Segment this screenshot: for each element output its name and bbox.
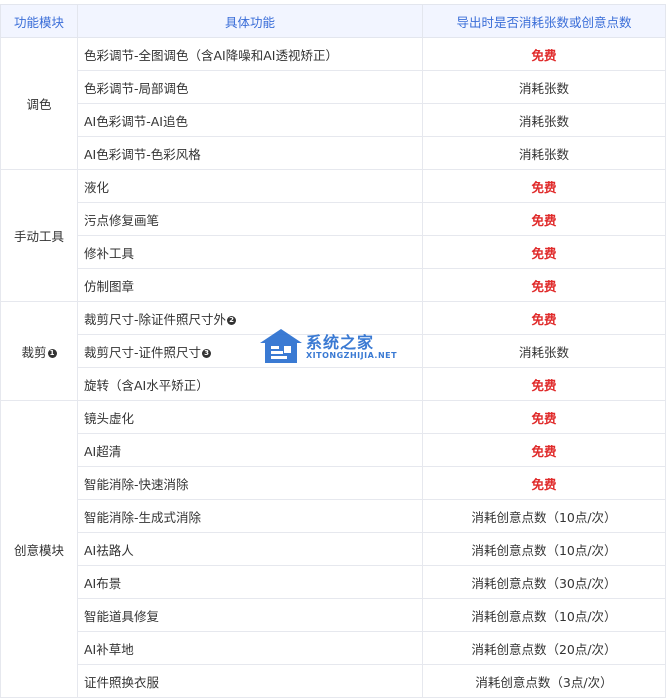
table-row: AI色彩调节-色彩风格 消耗张数	[1, 136, 666, 170]
feature-name: 污点修复画笔	[84, 212, 160, 228]
cost-free: 免费	[422, 37, 666, 71]
feature-cell: 污点修复画笔	[77, 202, 423, 236]
header-module: 功能模块	[0, 4, 78, 38]
feature-cell: 仿制图章	[77, 268, 423, 302]
feature-cell: AI祛路人	[77, 532, 423, 566]
table-row: AI补草地 消耗创意点数（20点/次）	[1, 631, 666, 665]
table-row: AI超清 免费	[1, 433, 666, 467]
table-row: 手动工具 液化 免费	[0, 169, 666, 302]
module-name: 创意模块	[13, 542, 64, 558]
feature-name: AI补草地	[84, 641, 134, 657]
table-header-row: 功能模块 具体功能 导出时是否消耗张数或创意点数	[0, 4, 666, 38]
feature-cell: 镜头虚化	[77, 400, 423, 434]
feature-cell: 修补工具	[77, 235, 423, 269]
feature-name: 色彩调节-局部调色	[84, 80, 189, 96]
cost-consume: 消耗张数	[422, 103, 666, 137]
cost-free: 免费	[422, 268, 666, 302]
feature-cell: 智能消除-生成式消除	[77, 499, 423, 533]
feature-cell: 旋转（含AI水平矫正）	[77, 367, 423, 401]
cost-consume: 消耗张数	[422, 334, 666, 368]
module-cell: 手动工具	[0, 169, 78, 302]
module-cell: 裁剪 1	[0, 301, 78, 401]
cost-free: 免费	[422, 433, 666, 467]
cost-consume: 消耗创意点数（10点/次）	[422, 532, 666, 566]
cost-consume: 消耗张数	[422, 136, 666, 170]
feature-cell: 证件照换衣服	[77, 664, 423, 698]
table-row: 仿制图章 免费	[1, 268, 666, 302]
feature-name: 液化	[84, 179, 110, 195]
cost-free: 免费	[422, 235, 666, 269]
feature-cell: 智能消除-快速消除	[77, 466, 423, 500]
feature-name: AI色彩调节-色彩风格	[84, 146, 201, 162]
table-row: 色彩调节-局部调色 消耗张数	[1, 70, 666, 104]
feature-name: 旋转（含AI水平矫正）	[84, 377, 209, 393]
feature-name: 镜头虚化	[84, 410, 135, 426]
table-row: 智能消除-生成式消除 消耗创意点数（10点/次）	[1, 499, 666, 533]
table-row: 调色 色彩调节-全图调色（含AI降噪和AI透视矫正） 免费	[0, 37, 666, 170]
feature-cell: AI补草地	[77, 631, 423, 665]
house-logo-icon	[260, 329, 302, 363]
table-row: 智能道具修复 消耗创意点数（10点/次）	[1, 598, 666, 632]
feature-cell: AI色彩调节-AI追色	[77, 103, 423, 137]
table-row: 智能消除-快速消除 免费	[1, 466, 666, 500]
cost-free: 免费	[422, 367, 666, 401]
feature-cell: 液化	[77, 169, 423, 203]
table-row: 修补工具 免费	[1, 235, 666, 269]
feature-cell: 智能道具修复	[77, 598, 423, 632]
module-name: 手动工具	[13, 229, 64, 244]
feature-name: AI布景	[84, 575, 122, 591]
feature-name: 智能消除-快速消除	[84, 476, 189, 492]
feature-name: AI超清	[84, 443, 122, 459]
feature-name: 证件照换衣服	[84, 674, 160, 690]
cost-consume: 消耗创意点数（20点/次）	[422, 631, 666, 665]
footnote-badge: 3	[202, 348, 212, 358]
feature-cell: AI超清	[77, 433, 423, 467]
cost-consume: 消耗创意点数（30点/次）	[422, 565, 666, 599]
table-row: 创意模块 镜头虚化 免费	[0, 400, 666, 698]
cost-consume: 消耗张数	[422, 70, 666, 104]
feature-name: 智能消除-生成式消除	[84, 509, 202, 525]
feature-name: 修补工具	[84, 245, 135, 261]
feature-name: AI祛路人	[84, 542, 134, 558]
feature-name: 仿制图章	[84, 278, 135, 294]
cost-consume: 消耗创意点数（10点/次）	[422, 499, 666, 533]
feature-name: 裁剪尺寸-证件照尺寸	[84, 344, 202, 360]
module-name: 调色	[26, 97, 52, 112]
feature-cell: AI布景	[77, 565, 423, 599]
module-cell: 调色	[0, 37, 78, 170]
cost-free: 免费	[422, 301, 666, 335]
feature-name: 智能道具修复	[84, 608, 160, 624]
table-row: 旋转（含AI水平矫正） 免费	[1, 367, 666, 401]
module-cell: 创意模块	[0, 400, 78, 698]
feature-cell: 色彩调节-全图调色（含AI降噪和AI透视矫正）	[77, 37, 423, 71]
cost-free: 免费	[422, 400, 666, 434]
footnote-badge: 2	[227, 315, 237, 325]
watermark: 系统之家 XITONGZHIJIA.NET	[258, 327, 408, 369]
cost-consume: 消耗创意点数（10点/次）	[422, 598, 666, 632]
table-row: 污点修复画笔 免费	[1, 202, 666, 236]
cost-free: 免费	[422, 202, 666, 236]
feature-cell: 色彩调节-局部调色	[77, 70, 423, 104]
cost-free: 免费	[422, 466, 666, 500]
watermark-title: 系统之家	[306, 333, 375, 352]
feature-name: AI色彩调节-AI追色	[84, 113, 188, 129]
header-cost: 导出时是否消耗张数或创意点数	[422, 4, 666, 38]
table-row: AI色彩调节-AI追色 消耗张数	[1, 103, 666, 137]
feature-cell: AI色彩调节-色彩风格	[77, 136, 423, 170]
cost-consume: 消耗创意点数（3点/次）	[422, 664, 666, 698]
watermark-subtitle: XITONGZHIJIA.NET	[306, 351, 398, 360]
table-row: AI布景 消耗创意点数（30点/次）	[1, 565, 666, 599]
footnote-badge: 1	[47, 348, 57, 358]
cost-free: 免费	[422, 169, 666, 203]
header-feature: 具体功能	[77, 4, 423, 38]
feature-name: 裁剪尺寸-除证件照尺寸外	[84, 311, 227, 327]
table-row: AI祛路人 消耗创意点数（10点/次）	[1, 532, 666, 566]
table-row: 证件照换衣服 消耗创意点数（3点/次）	[1, 664, 666, 698]
feature-name: 色彩调节-全图调色（含AI降噪和AI透视矫正）	[84, 47, 338, 63]
module-name: 裁剪	[21, 344, 47, 360]
